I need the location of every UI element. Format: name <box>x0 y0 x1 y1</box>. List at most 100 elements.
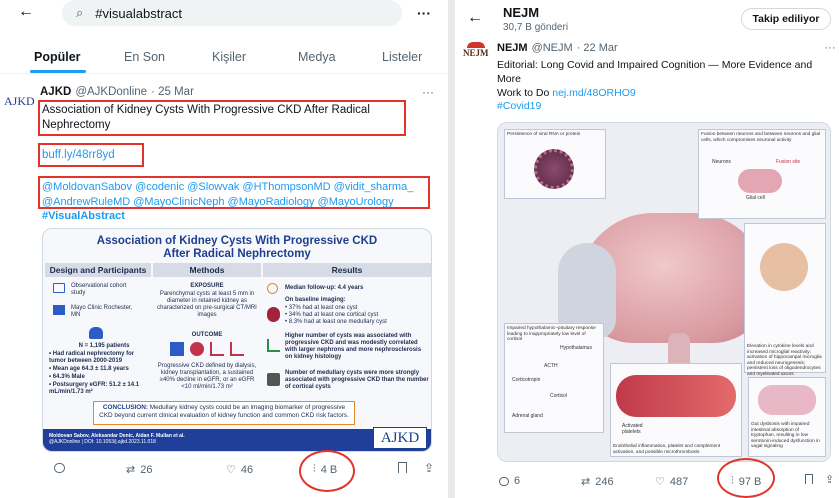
share-button[interactable]: ⇪ <box>424 461 434 475</box>
box-endothelial-text: Endothelial inflammation, platelet and c… <box>613 444 721 455</box>
neurons-label: Neurons <box>712 159 731 165</box>
gut-icon <box>758 385 816 415</box>
tweet-header: NEJM @NEJM · 22 Mar <box>497 42 618 54</box>
like-count: 487 <box>669 475 689 488</box>
blood-vessel-icon <box>616 375 736 417</box>
exposure-head: EXPOSURE <box>190 283 224 289</box>
author-handle[interactable]: @AJKDonline <box>75 86 147 98</box>
more-options-icon[interactable]: ··· <box>414 5 434 21</box>
participants-b4: • Postsurgery eGFR: 51.2 ± 14.1 mL/min/1… <box>49 382 140 395</box>
dialysis-icon <box>170 342 184 356</box>
participants-n: N = 1,195 patients <box>78 343 130 349</box>
tab-latest[interactable]: En Son <box>124 50 165 64</box>
like-button[interactable]: ♡ 487 <box>655 475 689 489</box>
reply-button[interactable] <box>54 463 65 473</box>
tab-popular[interactable]: Popüler <box>34 50 81 64</box>
result-baseline-c: • 8.3% had at least one medullary cyst <box>285 319 387 325</box>
abstract-logo: AJKD <box>373 427 427 449</box>
reply-icon <box>54 463 65 473</box>
abstract-title-line1: Association of Kidney Cysts With Progres… <box>96 235 378 247</box>
tab-people[interactable]: Kişiler <box>212 50 246 64</box>
design-cohort: Observational cohort study <box>71 283 127 296</box>
highlight-box-link <box>38 143 144 167</box>
left-panel: ← ⌕ #visualabstract ··· Popüler En Son K… <box>0 0 448 498</box>
people-icon <box>89 327 103 339</box>
long-covid-illustration[interactable]: Persistence of viral RNA or protein Fusi… <box>497 122 831 462</box>
tab-media[interactable]: Medya <box>298 50 336 64</box>
back-arrow-icon[interactable]: ← <box>467 9 483 26</box>
kidney-icon <box>190 342 204 356</box>
kidney-cyst-icon <box>267 307 280 322</box>
bookmark-icon <box>805 474 813 484</box>
abstract-doi: @AJKDonline | DOI: 10.1053/j.ajkd.2023.1… <box>49 439 156 445</box>
retweet-count: 246 <box>595 475 614 488</box>
search-input[interactable]: #visualabstract <box>95 6 182 21</box>
tweet-date[interactable]: · 22 Mar <box>577 42 618 54</box>
back-arrow-icon[interactable]: ← <box>18 3 34 20</box>
post-count: 30,7 B gönderi <box>503 22 569 33</box>
visual-abstract-image[interactable]: Association of Kidney Cysts With Progres… <box>42 228 432 452</box>
tweet-header: AJKD @AJKDonline · 25 Mar <box>40 86 194 98</box>
glial-label: Glial cell <box>746 195 765 201</box>
retweet-icon: ⇄ <box>126 464 136 476</box>
ct-image-icon <box>267 373 280 386</box>
design-site: Mayo Clinic Rochester, MN <box>71 305 133 318</box>
result-followup: Median follow-up: 4.4 years <box>285 285 364 291</box>
cohort-icon <box>53 283 65 293</box>
tweet-text: Editorial: Long Covid and Impaired Cogni… <box>497 58 833 100</box>
result-baseline-a: • 37% had at least one cyst <box>285 305 358 311</box>
author-name[interactable]: AJKD <box>40 86 71 98</box>
microglia-icon <box>760 243 808 291</box>
like-button[interactable]: ♡ 46 <box>226 463 253 477</box>
tabs-divider <box>0 73 448 74</box>
profile-name[interactable]: NEJM <box>503 5 539 20</box>
heart-icon: ♡ <box>655 476 665 488</box>
tweet-date[interactable]: · 25 Mar <box>151 86 194 98</box>
right-panel: ← NEJM 30,7 B gönderi Takip ediliyor NEJ… <box>455 0 839 498</box>
bookmark-button[interactable] <box>398 462 407 473</box>
result-baseline: On baseline imaging: <box>285 297 346 303</box>
share-button[interactable]: ⇪ <box>825 473 834 486</box>
tweet-more-icon[interactable]: ··· <box>418 85 438 99</box>
tab-lists[interactable]: Listeler <box>382 50 422 64</box>
col-methods-head: Methods <box>153 263 261 277</box>
highlight-box-title <box>38 100 406 136</box>
hashtag-covid19[interactable]: #Covid19 <box>497 100 541 112</box>
avatar[interactable]: AJKD <box>4 94 35 109</box>
bookmark-icon <box>398 462 407 473</box>
nejm-avatar[interactable]: NEJM <box>463 42 491 68</box>
cortisol-label: Cortisol <box>550 393 567 399</box>
box-neuron-fusion-text: Fusion between neurons and between neuro… <box>701 132 821 143</box>
reply-button[interactable]: 6 <box>499 475 520 487</box>
search-box[interactable]: ⌕ #visualabstract <box>62 0 402 26</box>
following-button[interactable]: Takip ediliyor <box>741 8 831 30</box>
retweet-button[interactable]: ⇄ 246 <box>581 475 614 489</box>
author-handle[interactable]: @NEJM <box>532 42 573 54</box>
tweet-text-line2-a: Work to Do <box>497 87 553 99</box>
tweet-text-line2: Work to Do nej.md/48ORHO9 <box>497 86 833 100</box>
exposure-text: Parenchymal cysts at least 5 mm in diame… <box>157 291 257 318</box>
corticotropin-label: Corticotropin <box>512 377 541 383</box>
tweet-link[interactable]: nej.md/48ORHO9 <box>552 87 635 99</box>
author-name[interactable]: NEJM <box>497 42 528 54</box>
result-baseline-b: • 34% had at least one cortical cyst <box>285 312 379 318</box>
participants-b2: • Mean age 64.3 ± 11.8 years <box>49 366 129 372</box>
hashtag-visualabstract[interactable]: #VisualAbstract <box>42 209 413 224</box>
box-gut-text: Gut dysbiosis with impaired intestinal a… <box>751 422 820 450</box>
hypothalamus-label: Hypothalamus <box>560 345 592 351</box>
col-results-head: Results <box>263 263 431 277</box>
outcome-head: OUTCOME <box>191 332 223 338</box>
tweet-text-line1: Editorial: Long Covid and Impaired Cogni… <box>497 59 813 85</box>
hospital-icon <box>53 305 65 315</box>
reply-count: 6 <box>514 475 521 487</box>
fusion-label: Fusion site <box>776 159 801 165</box>
share-icon: ⇪ <box>825 474 835 486</box>
retweet-button[interactable]: ⇄ 26 <box>126 463 152 477</box>
highlight-circle-views <box>717 458 775 498</box>
platelets-label: Activated platelets <box>622 423 643 435</box>
highlight-box-mentions <box>38 176 430 209</box>
outcome-text: Progressive CKD defined by dialysis, kid… <box>157 363 257 390</box>
tweet-more-icon[interactable]: ··· <box>821 42 839 54</box>
neuron-cells-icon <box>738 169 782 193</box>
bookmark-button[interactable] <box>805 474 813 484</box>
